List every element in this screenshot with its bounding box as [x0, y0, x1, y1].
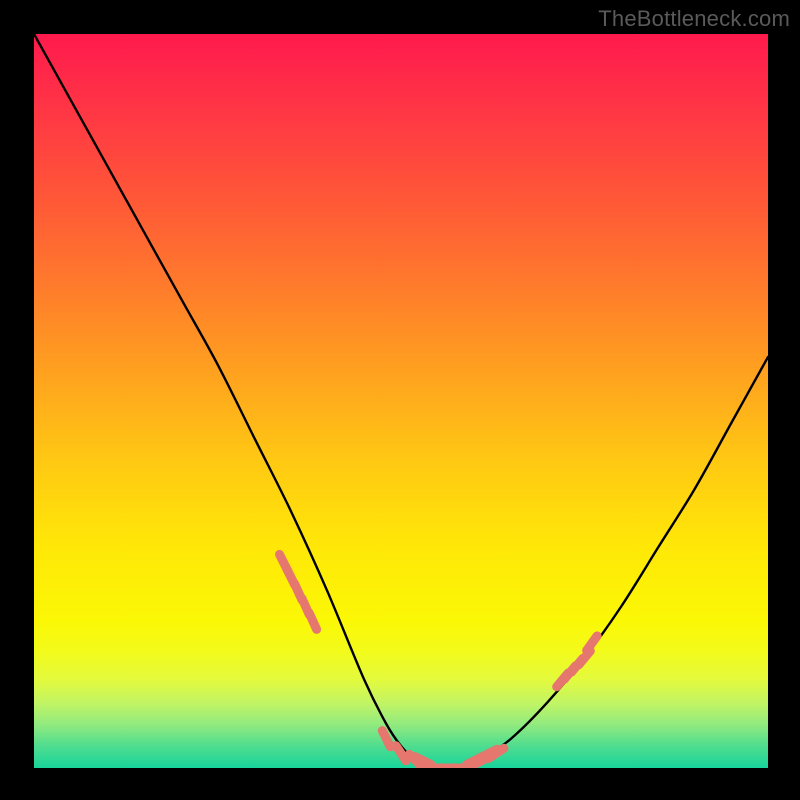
- plot-area: [34, 34, 768, 768]
- curve-marker: [587, 636, 598, 651]
- curve-layer: [34, 34, 768, 768]
- curve-markers: [280, 554, 598, 768]
- bottleneck-curve: [34, 34, 768, 768]
- chart-frame: TheBottleneck.com: [0, 0, 800, 800]
- curve-marker: [396, 746, 406, 761]
- watermark-text: TheBottleneck.com: [598, 6, 790, 32]
- curve-marker: [382, 731, 390, 747]
- curve-marker: [309, 613, 316, 629]
